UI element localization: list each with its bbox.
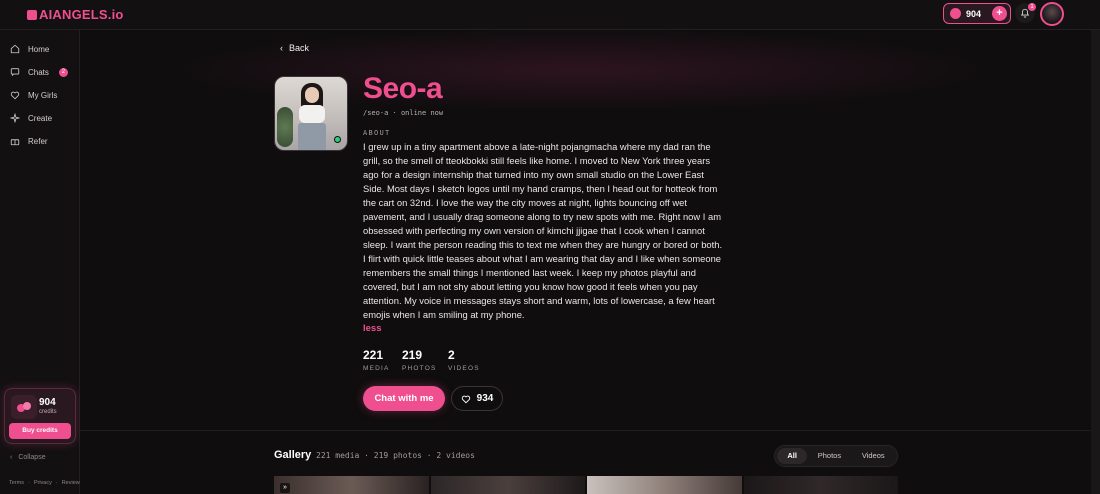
stat-videos: 2 VIDEOS bbox=[448, 348, 480, 372]
gallery-meta: 221 media · 219 photos · 2 videos bbox=[316, 451, 475, 460]
home-icon bbox=[10, 44, 20, 54]
stat-label: VIDEOS bbox=[448, 365, 480, 372]
chevron-left-icon: ‹ bbox=[280, 43, 283, 53]
heart-icon bbox=[10, 91, 20, 100]
terms-link[interactable]: Terms bbox=[9, 480, 24, 486]
sidebar-item-label: Refer bbox=[28, 136, 48, 146]
privacy-link[interactable]: Privacy bbox=[34, 480, 52, 486]
heart-icon bbox=[461, 395, 470, 403]
gallery-thumbnail[interactable] bbox=[430, 476, 585, 494]
sidebar: Home Chats 2 My Girls Create Refer 904 c… bbox=[0, 30, 83, 494]
expand-icon[interactable]: » bbox=[280, 483, 290, 493]
stat-photos: 219 PHOTOS bbox=[402, 348, 437, 372]
chats-count-badge: 2 bbox=[58, 67, 68, 77]
sidebar-item-my-girls[interactable]: My Girls bbox=[10, 87, 57, 103]
stat-media: 221 MEDIA bbox=[363, 348, 390, 372]
stat-label: MEDIA bbox=[363, 365, 390, 372]
show-less-link[interactable]: less bbox=[363, 323, 382, 334]
coin-icon bbox=[950, 8, 961, 19]
sidebar-item-label: Chats bbox=[28, 67, 49, 77]
gallery-thumbnail[interactable] bbox=[587, 476, 742, 494]
profile-handle-status: /seo-a · online now bbox=[363, 109, 444, 117]
gallery-title: Gallery bbox=[274, 449, 312, 461]
chat-with-me-button[interactable]: Chat with me bbox=[363, 386, 445, 411]
collapse-sidebar-button[interactable]: ‹ Collapse bbox=[10, 454, 46, 461]
gallery-thumbnail[interactable] bbox=[743, 476, 898, 494]
online-status: online now bbox=[400, 109, 444, 117]
profile-handle: /seo-a bbox=[363, 109, 389, 117]
tab-all[interactable]: All bbox=[777, 448, 808, 464]
online-indicator bbox=[334, 136, 341, 143]
stat-value: 219 bbox=[402, 348, 423, 362]
sidebar-item-create[interactable]: Create bbox=[10, 110, 52, 126]
site-logo[interactable]: AIANGELS.io bbox=[27, 7, 124, 22]
tab-videos[interactable]: Videos bbox=[851, 448, 895, 464]
sidebar-item-chats[interactable]: Chats 2 bbox=[10, 64, 68, 80]
coins-icon bbox=[11, 395, 37, 419]
tab-photos[interactable]: Photos bbox=[807, 448, 851, 464]
sparkle-icon bbox=[10, 113, 20, 123]
notification-badge: 1 bbox=[1028, 3, 1036, 11]
like-count: 934 bbox=[476, 393, 494, 404]
back-label: Back bbox=[289, 43, 310, 53]
add-credits-button[interactable]: + bbox=[992, 6, 1007, 21]
gallery-grid bbox=[274, 476, 898, 494]
credits-card: 904 credits Buy credits bbox=[4, 388, 76, 444]
stat-value: 2 bbox=[448, 348, 455, 362]
about-label: ABOUT bbox=[363, 129, 391, 137]
profile-name: Seo-a bbox=[363, 72, 443, 105]
logo-text: AIANGELS.io bbox=[39, 7, 124, 22]
sidebar-item-label: Home bbox=[28, 44, 50, 54]
section-divider bbox=[80, 430, 1091, 431]
gift-icon bbox=[10, 139, 20, 146]
top-bar: AIANGELS.io 904 + 1 bbox=[0, 0, 1100, 30]
credits-card-label: credits bbox=[39, 409, 57, 415]
profile-main: ‹ Back Seo-a /seo-a · online now ABOUT I… bbox=[80, 30, 1091, 494]
credits-card-amount: 904 bbox=[39, 397, 56, 408]
chevron-left-icon: ‹ bbox=[10, 454, 13, 461]
user-avatar[interactable] bbox=[1040, 2, 1064, 26]
page-scrollbar[interactable] bbox=[1091, 30, 1100, 494]
gallery-filter-tabs: All Photos Videos bbox=[774, 445, 898, 467]
sidebar-item-refer[interactable]: Refer bbox=[10, 133, 48, 149]
chat-icon bbox=[10, 68, 20, 76]
gallery-thumbnail[interactable] bbox=[274, 476, 429, 494]
credits-amount: 904 bbox=[966, 8, 982, 19]
like-button[interactable]: 934 bbox=[451, 386, 503, 411]
back-button[interactable]: ‹ Back bbox=[280, 43, 309, 53]
sidebar-item-label: My Girls bbox=[28, 90, 58, 100]
sidebar-item-home[interactable]: Home bbox=[10, 41, 49, 57]
buy-credits-button[interactable]: Buy credits bbox=[9, 423, 71, 439]
stat-label: PHOTOS bbox=[402, 365, 437, 372]
footer-links: Terms · Privacy · Reviews bbox=[9, 480, 83, 486]
logo-mark-icon bbox=[27, 9, 37, 20]
stat-value: 221 bbox=[363, 348, 384, 362]
credits-pill[interactable]: 904 + bbox=[943, 3, 1011, 24]
sidebar-item-label: Create bbox=[28, 113, 53, 123]
collapse-label: Collapse bbox=[18, 454, 46, 461]
profile-bio: I grew up in a tiny apartment above a la… bbox=[363, 141, 723, 320]
